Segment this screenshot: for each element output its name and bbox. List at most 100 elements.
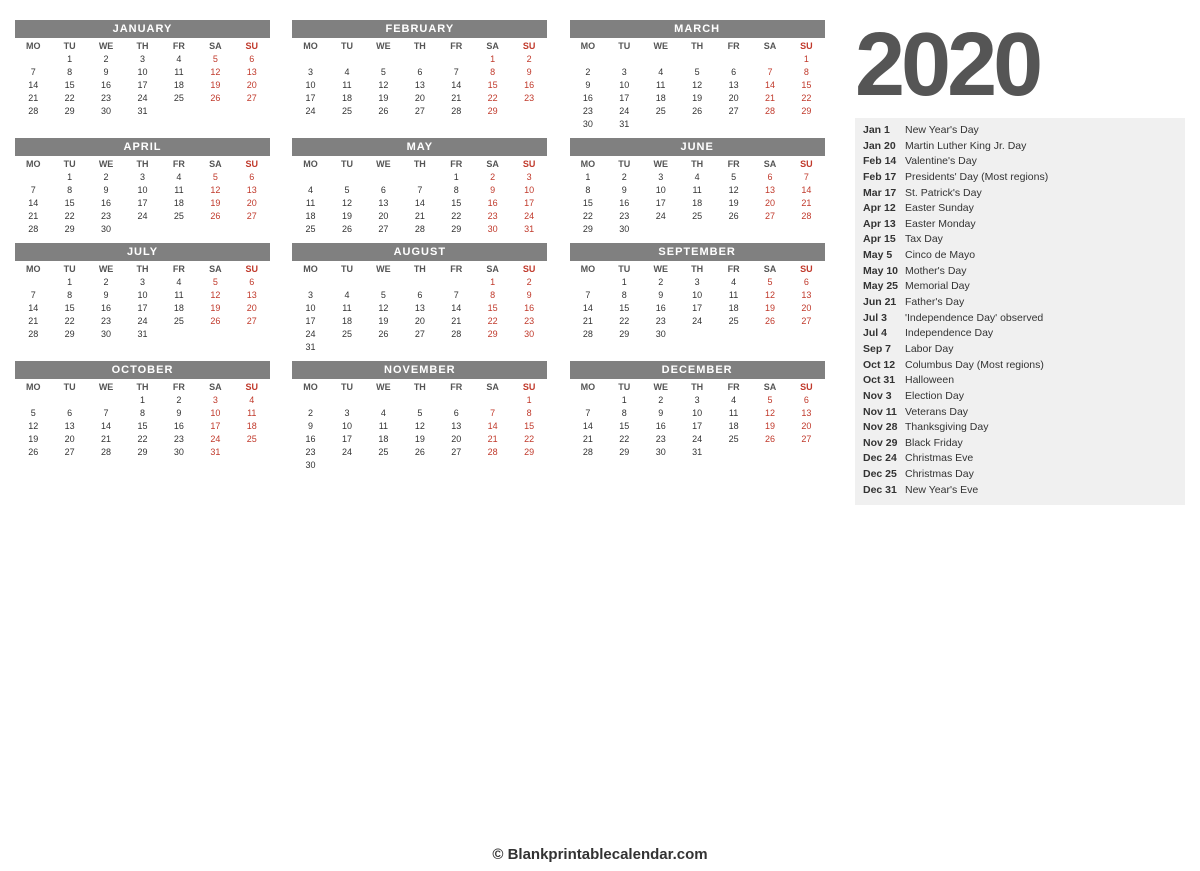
holiday-row: Sep 7Labor Day (863, 343, 1177, 357)
day-cell: 14 (438, 78, 474, 91)
day-cell: 22 (570, 209, 606, 222)
day-cell: 21 (88, 432, 124, 445)
holiday-name: Halloween (905, 374, 954, 388)
day-header-tu: TU (329, 263, 365, 275)
day-cell (329, 393, 365, 406)
day-cell: 6 (365, 183, 401, 196)
holiday-name: 'Independence Day' observed (905, 312, 1043, 326)
day-cell: 9 (643, 288, 679, 301)
day-header-fr: FR (161, 40, 197, 52)
day-cell: 29 (51, 222, 87, 235)
day-header-mo: MO (570, 381, 606, 393)
day-header-th: TH (679, 381, 715, 393)
day-cell: 16 (511, 78, 547, 91)
day-header-fr: FR (161, 263, 197, 275)
holiday-date: Dec 25 (863, 468, 905, 482)
day-cell (643, 52, 679, 65)
day-cell (643, 222, 679, 235)
day-cell: 17 (124, 301, 160, 314)
day-header-th: TH (402, 40, 438, 52)
day-header-we: WE (365, 263, 401, 275)
days-grid: 1234567891011121314151617181920212223242… (292, 52, 547, 117)
day-cell: 30 (643, 445, 679, 458)
day-cell: 18 (234, 419, 270, 432)
day-cell (402, 275, 438, 288)
day-cell: 15 (438, 196, 474, 209)
day-cell (161, 222, 197, 235)
day-cell: 17 (679, 419, 715, 432)
day-cell: 11 (643, 78, 679, 91)
holiday-row: Nov 29Black Friday (863, 437, 1177, 451)
day-header-tu: TU (329, 40, 365, 52)
month-header: OCTOBER (15, 361, 270, 379)
day-cell (402, 340, 438, 353)
day-cell (511, 340, 547, 353)
holiday-name: Easter Sunday (905, 202, 974, 216)
day-cell: 25 (679, 209, 715, 222)
day-cell: 17 (329, 432, 365, 445)
day-cell: 7 (88, 406, 124, 419)
day-cell: 23 (570, 104, 606, 117)
day-cell: 27 (51, 445, 87, 458)
day-header-su: SU (788, 40, 824, 52)
day-cell (752, 445, 788, 458)
day-cell: 1 (474, 52, 510, 65)
day-cell: 3 (329, 406, 365, 419)
day-cell: 4 (715, 393, 751, 406)
day-cell: 26 (197, 314, 233, 327)
month-block-november: NOVEMBERMOTUWETHFRSASU123456789101112131… (292, 361, 547, 471)
day-cell: 24 (643, 209, 679, 222)
day-cell (438, 52, 474, 65)
holiday-name: Mother's Day (905, 265, 967, 279)
month-header: SEPTEMBER (570, 243, 825, 261)
day-cell: 24 (124, 91, 160, 104)
day-cell: 8 (438, 183, 474, 196)
day-cell: 25 (643, 104, 679, 117)
day-cell: 16 (511, 301, 547, 314)
day-cell (15, 170, 51, 183)
holiday-name: Veterans Day (905, 406, 968, 420)
day-cell: 26 (679, 104, 715, 117)
day-cell: 10 (511, 183, 547, 196)
day-cell: 18 (292, 209, 328, 222)
day-header-fr: FR (715, 40, 751, 52)
day-cell: 16 (88, 196, 124, 209)
day-cell: 17 (679, 301, 715, 314)
holiday-name: Columbus Day (Most regions) (905, 359, 1044, 373)
day-cell (365, 340, 401, 353)
day-cell: 27 (752, 209, 788, 222)
holiday-row: Oct 31Halloween (863, 374, 1177, 388)
day-cell: 17 (292, 91, 328, 104)
day-cell: 22 (606, 314, 642, 327)
day-cell: 6 (788, 393, 824, 406)
day-cell: 16 (570, 91, 606, 104)
month-header: DECEMBER (570, 361, 825, 379)
day-cell: 10 (329, 419, 365, 432)
holiday-row: Apr 13Easter Monday (863, 218, 1177, 232)
holiday-date: Feb 14 (863, 155, 905, 169)
day-cell: 2 (511, 275, 547, 288)
day-cell: 9 (88, 183, 124, 196)
day-cell: 23 (511, 314, 547, 327)
day-cell (474, 458, 510, 471)
day-cell: 20 (788, 301, 824, 314)
day-cell: 29 (51, 327, 87, 340)
day-cell: 1 (606, 393, 642, 406)
days-grid: 1234567891011121314151617181920212223242… (292, 393, 547, 471)
holiday-date: Jan 20 (863, 140, 905, 154)
holiday-date: Oct 31 (863, 374, 905, 388)
day-cell: 1 (51, 275, 87, 288)
holiday-date: Feb 17 (863, 171, 905, 185)
day-cell (511, 104, 547, 117)
holiday-row: May 5Cinco de Mayo (863, 249, 1177, 263)
day-cell: 3 (292, 65, 328, 78)
day-cell: 31 (124, 327, 160, 340)
day-cell: 27 (402, 327, 438, 340)
day-headers-row: MOTUWETHFRSASU (15, 158, 270, 170)
day-cell: 6 (715, 65, 751, 78)
day-cell: 13 (234, 65, 270, 78)
day-cell: 25 (715, 432, 751, 445)
day-cell: 11 (715, 288, 751, 301)
holiday-date: May 5 (863, 249, 905, 263)
day-cell: 13 (715, 78, 751, 91)
